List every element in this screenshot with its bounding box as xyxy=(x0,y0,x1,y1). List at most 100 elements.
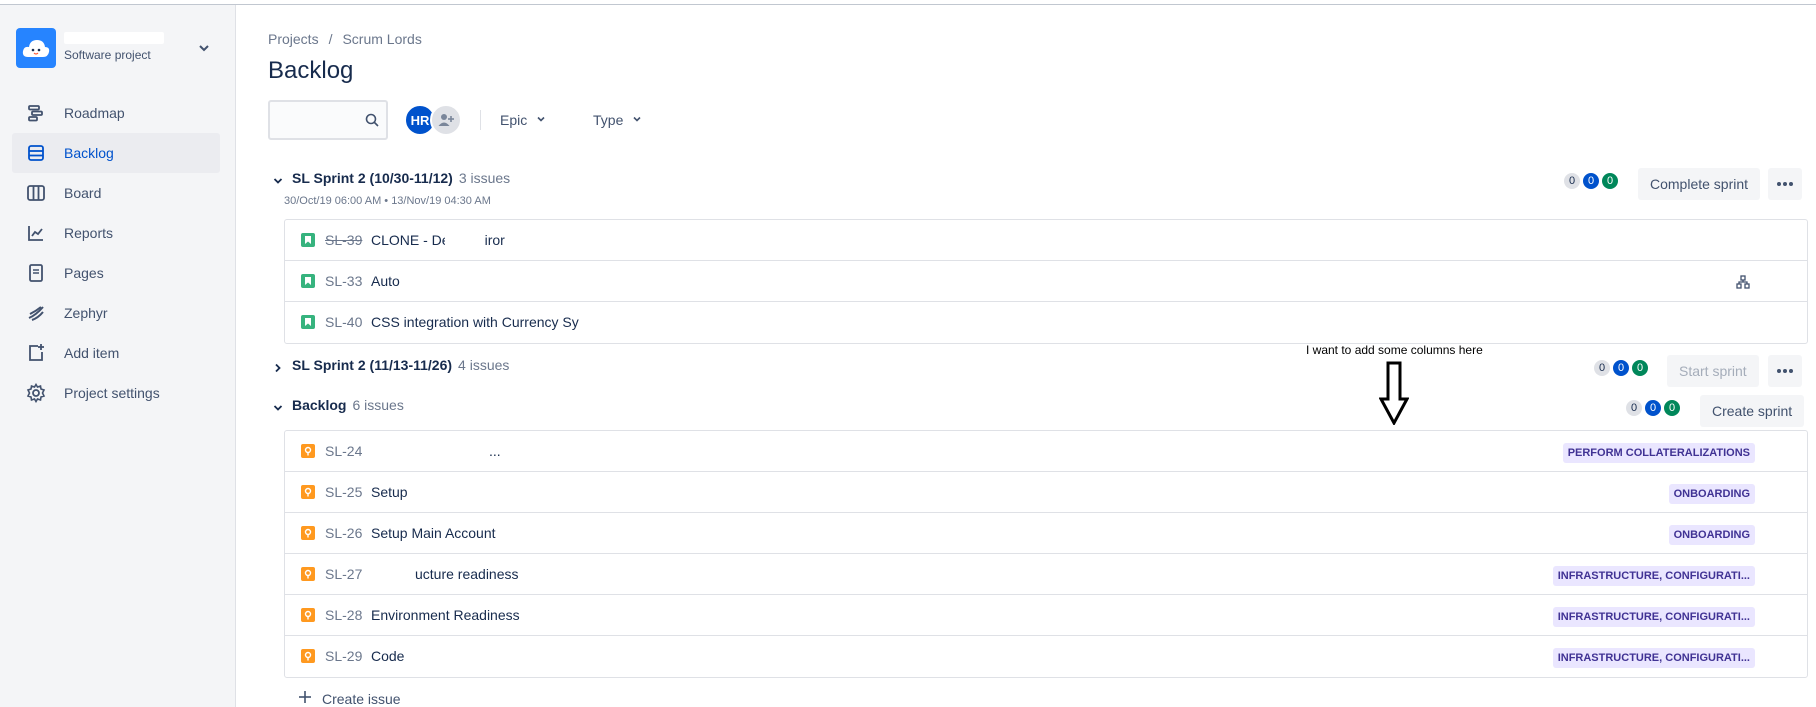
improvement-icon xyxy=(301,444,315,458)
sprint-dates: 30/Oct/19 06:00 AM • 13/Nov/19 04:30 AM xyxy=(284,195,491,207)
chevron-right-icon[interactable] xyxy=(272,361,284,373)
list-item[interactable]: SL-29 Code INFRASTRUCTURE, CONFIGURATI..… xyxy=(285,636,1807,677)
status-counts: 0 0 0 xyxy=(1564,173,1618,189)
sidebar-item-label: Reports xyxy=(64,225,114,241)
backlog-toolbar: HR Epic Type xyxy=(268,100,868,144)
issue-key[interactable]: SL-27 xyxy=(325,566,362,582)
todo-count: 0 xyxy=(1594,360,1610,376)
epic-badge[interactable]: INFRASTRUCTURE, CONFIGURATI... xyxy=(1552,566,1755,586)
list-item[interactable]: SL-39 CLONE - Dev Enviror xyxy=(285,220,1807,261)
issue-count: 3 issues xyxy=(458,170,511,186)
sidebar-item-label: Backlog xyxy=(64,145,114,161)
start-sprint-button[interactable]: Start sprint xyxy=(1667,355,1759,387)
issue-key[interactable]: SL-29 xyxy=(325,648,362,664)
sidebar-item-label: Board xyxy=(64,185,102,201)
issue-key[interactable]: SL-24 xyxy=(325,443,362,459)
story-icon xyxy=(301,233,315,247)
list-item[interactable]: SL-26 Setup Main Account ONBOARDING xyxy=(285,513,1807,554)
add-item-icon xyxy=(24,341,48,365)
sidebar-item-project-settings[interactable]: Project settings xyxy=(12,373,220,413)
issue-summary: ucture readiness xyxy=(415,566,519,582)
backlog-header: Backlog 6 issues 0 0 0 Create sprint xyxy=(268,395,1808,427)
reports-icon xyxy=(24,221,48,245)
todo-count: 0 xyxy=(1564,173,1580,189)
issue-key[interactable]: SL-33 xyxy=(325,273,362,289)
status-counts: 0 0 0 xyxy=(1594,360,1648,376)
annotation-text: I want to add some columns here xyxy=(1306,343,1483,357)
chevron-down-icon[interactable] xyxy=(272,174,284,186)
list-item[interactable]: SL-33 Auto xyxy=(285,261,1807,302)
sidebar-item-label: Project settings xyxy=(64,385,160,401)
zephyr-icon xyxy=(24,301,48,325)
create-sprint-button[interactable]: Create sprint xyxy=(1700,395,1805,427)
sidebar-item-add-item[interactable]: Add item xyxy=(12,333,220,373)
sidebar-item-roadmap[interactable]: Roadmap xyxy=(12,93,220,133)
done-count: 0 xyxy=(1602,173,1618,189)
backlog-name: Backlog xyxy=(292,397,347,413)
breadcrumb-projects[interactable]: Projects xyxy=(268,31,319,47)
search-input[interactable] xyxy=(268,100,388,140)
issue-summary: ... xyxy=(489,443,501,459)
project-switcher[interactable]: Software project xyxy=(16,28,216,70)
plus-icon xyxy=(298,690,312,707)
list-item[interactable]: SL-28 Environment Readiness INFRASTRUCTU… xyxy=(285,595,1807,636)
sidebar-item-pages[interactable]: Pages xyxy=(12,253,220,293)
sidebar-item-label: Zephyr xyxy=(64,305,108,321)
sprint-title[interactable]: SL Sprint 2 (11/13-11/26) 4 issues xyxy=(292,357,509,373)
list-item[interactable]: SL-27 ucture readiness INFRASTRUCTURE, C… xyxy=(285,554,1807,595)
issue-key[interactable]: SL-25 xyxy=(325,484,362,500)
sidebar-item-zephyr[interactable]: Zephyr xyxy=(12,293,220,333)
type-filter[interactable]: Type xyxy=(593,100,643,140)
improvement-icon xyxy=(301,567,315,581)
in-progress-count: 0 xyxy=(1613,360,1629,376)
child-issues-icon[interactable] xyxy=(1735,274,1751,290)
list-item[interactable]: SL-25 Setup ONBOARDING xyxy=(285,472,1807,513)
type-filter-label: Type xyxy=(593,112,624,128)
more-icon[interactable] xyxy=(1768,355,1802,387)
sprint-issue-list: SL-39 CLONE - Dev Enviror SL-33 Auto SL-… xyxy=(284,219,1808,344)
arrow-down-icon xyxy=(1378,361,1410,427)
issue-key[interactable]: SL-26 xyxy=(325,525,362,541)
sidebar-item-label: Pages xyxy=(64,265,104,281)
complete-sprint-button[interactable]: Complete sprint xyxy=(1638,168,1761,200)
issue-key[interactable]: SL-28 xyxy=(325,607,362,623)
chevron-down-icon[interactable] xyxy=(194,38,214,58)
settings-icon xyxy=(24,381,48,405)
pages-icon xyxy=(24,261,48,285)
chevron-down-icon[interactable] xyxy=(272,401,284,413)
page-title: Backlog xyxy=(268,57,354,84)
sprint-header: SL Sprint 2 (11/13-11/26) 4 issues 0 0 0 … xyxy=(268,355,1808,387)
board-icon xyxy=(24,181,48,205)
create-issue-button[interactable]: Create issue xyxy=(298,690,401,707)
story-icon xyxy=(301,315,315,329)
epic-badge[interactable]: INFRASTRUCTURE, CONFIGURATI... xyxy=(1552,648,1755,668)
list-item[interactable]: SL-40 CSS integration with Currency Sy xyxy=(285,302,1807,343)
breadcrumb-project[interactable]: Scrum Lords xyxy=(342,31,421,47)
in-progress-count: 0 xyxy=(1645,400,1661,416)
redaction xyxy=(445,231,485,249)
story-icon xyxy=(301,274,315,288)
epic-filter[interactable]: Epic xyxy=(500,100,547,140)
in-progress-count: 0 xyxy=(1583,173,1599,189)
sidebar-item-board[interactable]: Board xyxy=(12,173,220,213)
improvement-icon xyxy=(301,608,315,622)
epic-badge[interactable]: INFRASTRUCTURE, CONFIGURATI... xyxy=(1552,607,1755,627)
issue-count: 6 issues xyxy=(352,397,404,413)
issue-summary: Environment Readiness xyxy=(371,607,520,623)
sprint-title[interactable]: SL Sprint 2 (10/30-11/12) 3 issues xyxy=(292,170,510,186)
list-item[interactable]: SL-24 ... PERFORM COLLATERALIZATIONS xyxy=(285,431,1807,472)
epic-badge[interactable]: PERFORM COLLATERALIZATIONS xyxy=(1562,443,1755,463)
epic-badge[interactable]: ONBOARDING xyxy=(1668,484,1755,504)
issue-key[interactable]: SL-39 xyxy=(325,232,362,248)
sprint-name: SL Sprint 2 (10/30-11/12) xyxy=(292,170,453,186)
sidebar-item-backlog[interactable]: Backlog xyxy=(12,133,220,173)
issue-count: 4 issues xyxy=(458,357,510,373)
chevron-down-icon xyxy=(535,112,547,128)
sidebar-item-reports[interactable]: Reports xyxy=(12,213,220,253)
more-icon[interactable] xyxy=(1768,168,1802,200)
add-people-icon[interactable] xyxy=(430,104,462,136)
issue-key[interactable]: SL-40 xyxy=(325,314,362,330)
issue-summary: Setup xyxy=(371,484,408,500)
epic-badge[interactable]: ONBOARDING xyxy=(1668,525,1755,545)
backlog-title[interactable]: Backlog 6 issues xyxy=(292,397,404,413)
